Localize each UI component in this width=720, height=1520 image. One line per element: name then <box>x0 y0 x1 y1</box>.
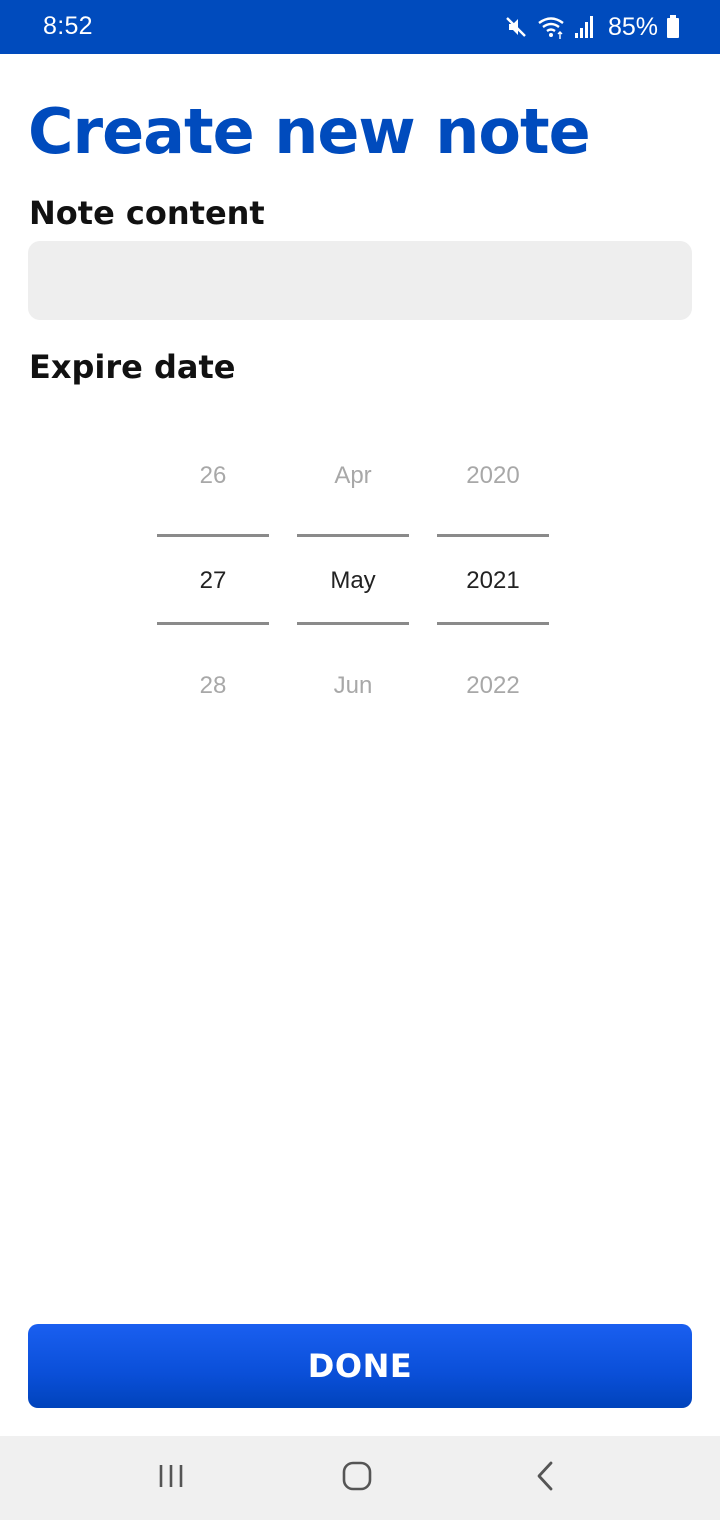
recent-apps-icon <box>157 1462 185 1494</box>
done-button[interactable]: DONE <box>28 1324 692 1408</box>
status-bar: 8:52 85% <box>0 0 720 54</box>
month-divider-top <box>297 534 409 537</box>
note-content-label: Note content <box>29 194 265 232</box>
year-picker[interactable]: 2020 2021 2022 <box>437 440 549 730</box>
month-divider-bottom <box>297 622 409 625</box>
home-button[interactable] <box>297 1436 417 1520</box>
day-picker[interactable]: 26 27 28 <box>157 440 269 730</box>
status-icons: 85% <box>504 12 680 42</box>
day-prev-option[interactable]: 26 <box>157 461 269 491</box>
month-prev-option[interactable]: Apr <box>297 461 409 491</box>
month-picker[interactable]: Apr May Jun <box>297 440 409 730</box>
day-divider-bottom <box>157 622 269 625</box>
mute-icon <box>504 14 528 40</box>
year-divider-top <box>437 534 549 537</box>
battery-icon <box>666 14 680 40</box>
year-divider-bottom <box>437 622 549 625</box>
back-icon <box>533 1460 557 1496</box>
navigation-bar <box>0 1436 720 1520</box>
battery-percentage: 85% <box>607 12 658 41</box>
expire-date-label: Expire date <box>29 348 236 386</box>
day-next-option[interactable]: 28 <box>157 671 269 701</box>
back-button[interactable] <box>485 1436 605 1520</box>
year-selected-option[interactable]: 2021 <box>437 566 549 596</box>
day-selected-option[interactable]: 27 <box>157 566 269 596</box>
day-divider-top <box>157 534 269 537</box>
month-next-option[interactable]: Jun <box>297 671 409 701</box>
page-title: Create new note <box>28 95 591 168</box>
home-icon <box>341 1460 373 1496</box>
signal-icon <box>574 14 596 40</box>
year-prev-option[interactable]: 2020 <box>437 461 549 491</box>
status-time: 8:52 <box>43 12 93 40</box>
year-next-option[interactable]: 2022 <box>437 671 549 701</box>
recent-apps-button[interactable] <box>111 1436 231 1520</box>
note-content-input[interactable] <box>28 241 692 320</box>
wifi-icon <box>536 14 566 40</box>
month-selected-option[interactable]: May <box>297 566 409 596</box>
